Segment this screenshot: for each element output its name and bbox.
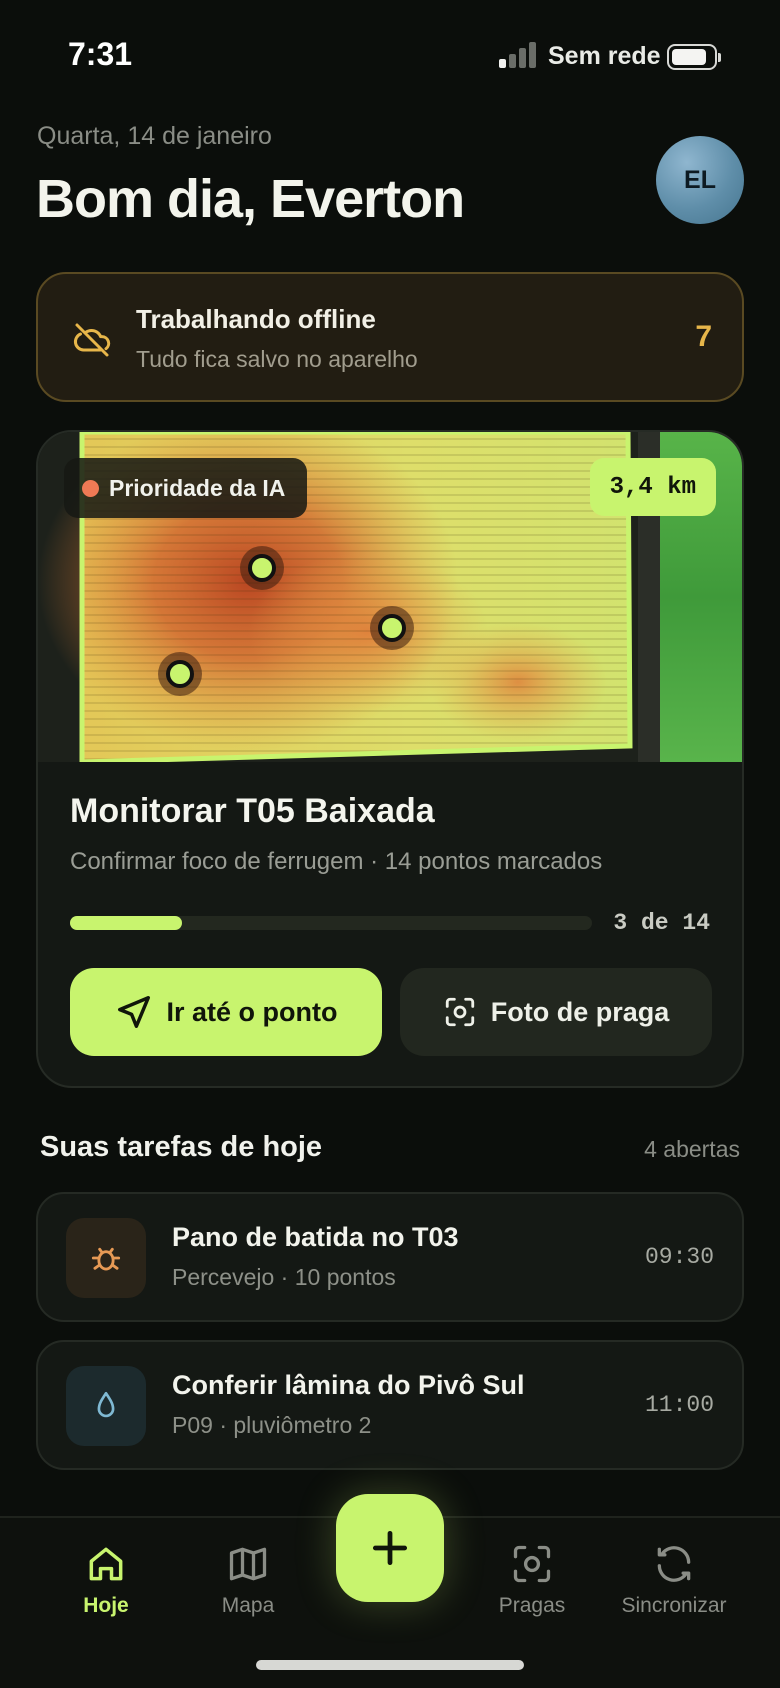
- ai-priority-badge: Prioridade da IA: [64, 458, 308, 518]
- cloud-off-icon: [73, 323, 111, 357]
- home-icon: [89, 1547, 123, 1581]
- plus-icon: [372, 1530, 408, 1566]
- navigation-arrow-icon: [117, 996, 150, 1028]
- task-subtitle: Confirmar foco de ferrugem · 14 pontos m…: [70, 848, 603, 875]
- task-icon-tile: [66, 1366, 146, 1446]
- ai-priority-label: Prioridade da IA: [109, 474, 286, 501]
- task-icon-tile: [66, 1218, 146, 1298]
- scan-icon: [513, 1545, 551, 1583]
- page-title: Bom dia, Everton: [36, 169, 465, 229]
- offline-banner[interactable]: Trabalhando offline Tudo fica salvo no a…: [36, 272, 744, 402]
- sample-point-marker[interactable]: [158, 652, 202, 696]
- task-progress-fill: [70, 916, 182, 930]
- sample-point-marker[interactable]: [370, 606, 414, 650]
- offline-title: Trabalhando offline: [136, 304, 376, 334]
- header-date: Quarta, 14 de janeiro: [37, 122, 272, 150]
- battery-icon: [667, 44, 721, 70]
- water-drop-icon: [97, 1391, 115, 1418]
- nav-item-hoje[interactable]: Hoje: [36, 1542, 176, 1618]
- sample-point-marker[interactable]: [240, 546, 284, 590]
- nav-label: Mapa: [221, 1594, 275, 1617]
- task-name: Conferir lâmina do Pivô Sul: [172, 1370, 525, 1400]
- task-title: Monitorar T05 Baixada: [70, 792, 435, 830]
- task-progress-label: 3 de 14: [613, 910, 710, 936]
- task-detail: P09 · pluviômetro 2: [172, 1412, 372, 1438]
- bug-icon: [91, 1247, 121, 1271]
- distance-badge: 3,4 km: [589, 458, 716, 516]
- priority-dot-icon: [82, 479, 99, 497]
- avatar[interactable]: EL: [656, 136, 744, 224]
- home-indicator[interactable]: [256, 1660, 524, 1670]
- pest-photo-button[interactable]: Foto de praga: [400, 968, 712, 1056]
- pest-photo-label: Foto de praga: [490, 996, 670, 1027]
- task-progress-bar: [70, 916, 592, 930]
- task-name: Pano de batida no T03: [172, 1222, 459, 1252]
- network-status: Sem rede: [548, 42, 661, 70]
- task-detail: Percevejo · 10 pontos: [172, 1264, 396, 1290]
- nav-label: Hoje: [83, 1594, 129, 1617]
- offline-subtitle: Tudo fica salvo no aparelho: [136, 346, 418, 372]
- task-time: 11:00: [644, 1392, 714, 1418]
- signal-icon: [499, 42, 537, 68]
- task-time: 09:30: [644, 1244, 714, 1270]
- go-to-point-button[interactable]: Ir até o ponto: [70, 968, 382, 1056]
- priority-task-card[interactable]: Prioridade da IA 3,4 km Monitorar T05 Ba…: [36, 430, 744, 1088]
- nav-label: Pragas: [498, 1594, 566, 1617]
- add-button[interactable]: [336, 1494, 444, 1602]
- task-list-item[interactable]: Conferir lâmina do Pivô Sul P09 · pluviô…: [36, 1340, 744, 1470]
- map-icon: [229, 1547, 267, 1581]
- tasks-section-title: Suas tarefas de hoje: [40, 1131, 323, 1163]
- scan-camera-icon: [445, 997, 474, 1027]
- task-list-item[interactable]: Pano de batida no T03 Percevejo · 10 pon…: [36, 1192, 744, 1322]
- nav-item-pragas[interactable]: Pragas: [462, 1542, 602, 1618]
- go-to-point-label: Ir até o ponto: [166, 996, 338, 1027]
- avatar-initials: EL: [684, 165, 716, 194]
- status-bar: 7:31 Sem rede: [0, 0, 780, 110]
- pending-sync-count: 7: [695, 320, 712, 353]
- nav-label: Sincronizar: [621, 1594, 727, 1617]
- sync-icon: [657, 1546, 691, 1582]
- tasks-open-count: 4 abertas: [644, 1136, 740, 1162]
- nav-item-sincronizar[interactable]: Sincronizar: [604, 1542, 744, 1618]
- nav-item-mapa[interactable]: Mapa: [178, 1542, 318, 1618]
- status-time: 7:31: [68, 36, 133, 72]
